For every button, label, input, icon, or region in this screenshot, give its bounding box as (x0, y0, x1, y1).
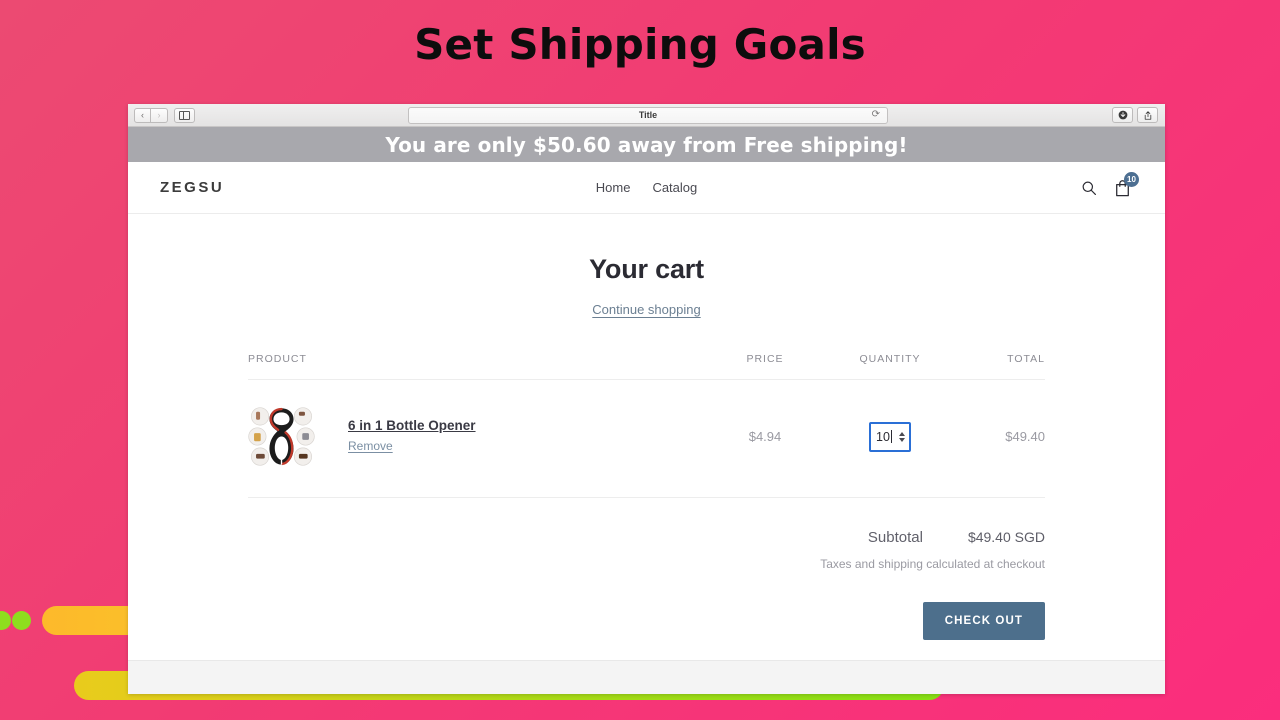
search-icon[interactable] (1081, 180, 1097, 196)
sidebar-toggle-icon (179, 110, 190, 120)
free-shipping-message: You are only $50.60 away from Free shipp… (385, 132, 908, 157)
checkout-button[interactable]: CHECK OUT (922, 602, 1045, 640)
remove-item-link[interactable]: Remove (348, 439, 393, 453)
address-bar-text: Title (638, 110, 658, 120)
header-actions: 10 (1081, 171, 1139, 197)
subtotal-value: $49.40 SGD (967, 529, 1045, 545)
back-button[interactable]: ‹ (134, 107, 151, 123)
quantity-stepper[interactable] (899, 431, 905, 442)
product-price: $4.94 (748, 429, 782, 444)
cart-button[interactable]: 10 (1114, 171, 1139, 197)
decorative-dot (12, 611, 31, 630)
cart-footer: Subtotal $49.40 SGD Taxes and shipping c… (248, 529, 1045, 640)
continue-shopping-wrap: Continue shopping (248, 301, 1045, 319)
browser-toolbar: ‹ › Title ⟳ (128, 104, 1165, 127)
continue-shopping-link[interactable]: Continue shopping (592, 302, 700, 317)
page-title: Your cart (589, 254, 704, 284)
navigation-buttons: ‹ › (134, 107, 195, 123)
cart-table-header: PRODUCT PRICE QUANTITY TOTAL (248, 353, 1045, 380)
product-thumbnail[interactable] (248, 403, 315, 470)
product-cell: 6 in 1 Bottle Opener Remove (248, 403, 705, 470)
column-header-quantity: QUANTITY (859, 353, 921, 365)
nav-item-catalog[interactable]: Catalog (652, 180, 697, 195)
main-navigation: Home Catalog (128, 180, 1165, 195)
quantity-increase-icon[interactable] (899, 431, 905, 436)
store-header: ZEGSU Home Catalog 10 (128, 162, 1165, 214)
forward-button[interactable]: › (151, 107, 168, 123)
text-caret (890, 430, 892, 443)
store-logo[interactable]: ZEGSU (160, 179, 224, 196)
subtotal-row: Subtotal $49.40 SGD (248, 529, 1045, 546)
quantity-input[interactable]: 10 (869, 421, 911, 452)
product-name-link[interactable]: 6 in 1 Bottle Opener (348, 418, 476, 433)
product-info: 6 in 1 Bottle Opener Remove (348, 418, 476, 455)
slide-title: Set Shipping Goals (414, 20, 866, 69)
download-button[interactable] (1112, 107, 1133, 123)
cart-count-badge: 10 (1124, 171, 1139, 187)
quantity-decrease-icon[interactable] (899, 437, 905, 442)
column-header-total: TOTAL (1007, 353, 1045, 365)
tax-shipping-note: Taxes and shipping calculated at checkou… (820, 557, 1045, 571)
subtotal-label: Subtotal (867, 529, 923, 546)
share-button[interactable] (1137, 107, 1158, 123)
cart-page: Your cart Continue shopping PRODUCT PRIC… (128, 214, 1165, 643)
browser-bottom-bar (128, 660, 1165, 694)
nav-item-home[interactable]: Home (596, 180, 631, 195)
sidebar-toggle-button[interactable] (174, 107, 195, 123)
address-bar[interactable]: Title ⟳ (408, 106, 888, 124)
quantity-cell: 10 (825, 421, 955, 452)
column-header-price: PRICE (746, 353, 784, 365)
quantity-value: 10 (876, 429, 890, 444)
cart-table: PRODUCT PRICE QUANTITY TOTAL 6 in 1 Bott… (248, 353, 1045, 498)
reload-icon[interactable]: ⟳ (872, 110, 880, 120)
free-shipping-banner: You are only $50.60 away from Free shipp… (128, 127, 1165, 162)
column-header-product: PRODUCT (248, 353, 307, 365)
browser-window: ‹ › Title ⟳ You are only $50.60 away fro… (128, 104, 1165, 694)
product-line-total: $49.40 (1005, 429, 1045, 444)
cart-line-item: 6 in 1 Bottle Opener Remove $4.94 10 $49… (248, 380, 1045, 498)
toolbar-right-actions (1112, 107, 1158, 123)
